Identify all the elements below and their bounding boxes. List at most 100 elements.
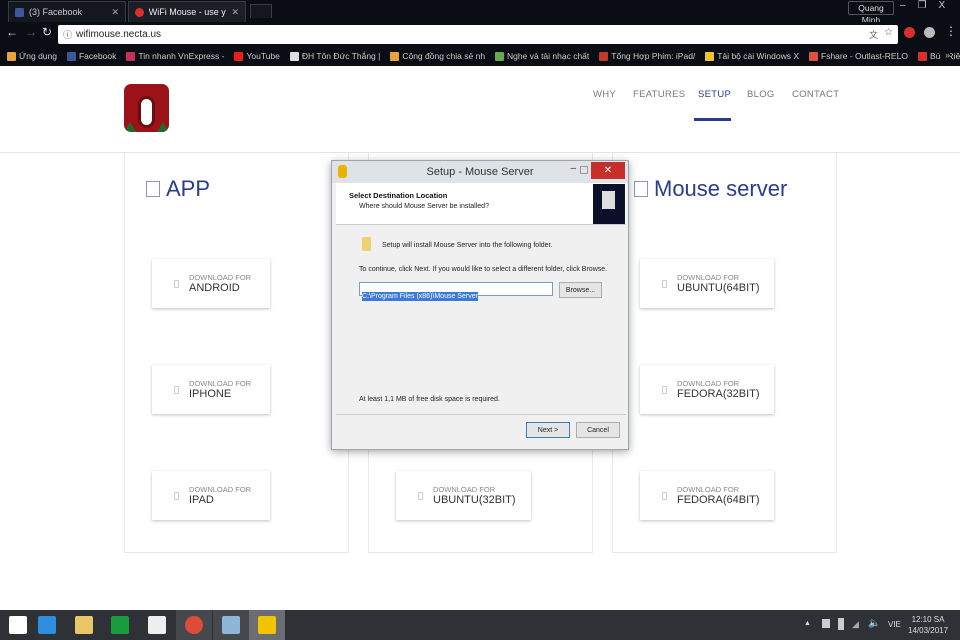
- device-icon: [174, 279, 179, 288]
- tab-label: WiFi Mouse - use your p: [148, 7, 227, 17]
- taskbar-internet-explorer-button[interactable]: [29, 610, 65, 640]
- bookmark-item[interactable]: Tổng Hợp Phim: iPad/: [599, 51, 695, 61]
- bookmark-icon: [390, 51, 400, 61]
- star-icon[interactable]: ☆: [884, 27, 893, 38]
- tab-facebook[interactable]: (3) Facebook ✕: [8, 1, 126, 22]
- tab-bar: (3) Facebook ✕ WiFi Mouse - use your p ✕…: [0, 0, 960, 25]
- next-button[interactable]: Next >: [526, 422, 570, 438]
- platform-label: IPAD: [189, 494, 214, 506]
- action-center-icon[interactable]: [822, 619, 830, 628]
- download-prefix: DOWNLOAD FOR: [189, 273, 252, 282]
- bookmark-icon: [234, 51, 244, 61]
- close-icon[interactable]: ✕: [231, 7, 239, 18]
- info-icon[interactable]: ⓘ: [63, 28, 72, 41]
- restore-icon[interactable]: ❐: [918, 0, 927, 11]
- platform-label: ANDROID: [189, 282, 240, 294]
- download-card[interactable]: DOWNLOAD FOR ANDROID: [152, 259, 270, 308]
- bookmark-item[interactable]: Ứng dụng: [7, 51, 57, 61]
- close-window-icon[interactable]: X: [939, 0, 946, 11]
- new-tab-button[interactable]: [250, 4, 272, 18]
- bookmark-label: Cộng đồng chia sẻ nh: [402, 51, 486, 61]
- bookmark-item[interactable]: YouTube: [234, 51, 280, 61]
- dialog-title: Setup - Mouse Server: [426, 166, 534, 178]
- browse-button[interactable]: Browse...: [559, 282, 602, 298]
- network-icon[interactable]: ◢: [852, 619, 859, 630]
- close-button[interactable]: ✕: [591, 162, 625, 179]
- dialog-subheading: Where should Mouse Server be installed?: [359, 203, 489, 210]
- app-heading: APP: [146, 176, 210, 202]
- bookmark-icon: [809, 51, 819, 61]
- bookmark-icon: [66, 51, 76, 61]
- reload-icon[interactable]: ↻: [42, 25, 52, 39]
- profile-button[interactable]: Quang Minh: [848, 1, 894, 25]
- taskbar-app-button[interactable]: [139, 610, 175, 640]
- taskbar-chrome-button[interactable]: [175, 610, 212, 640]
- forward-icon[interactable]: →: [25, 25, 37, 39]
- bookmark-item[interactable]: Bún Riêu - Hẻm Nguy: [917, 51, 960, 61]
- site-logo[interactable]: [124, 84, 169, 132]
- volume-icon[interactable]: 🔈: [868, 618, 880, 629]
- taskbar-store-button[interactable]: [102, 610, 138, 640]
- taskbar-paint-button[interactable]: [212, 610, 249, 640]
- computer-icon: [593, 184, 625, 224]
- download-card[interactable]: DOWNLOAD FOR UBUNTU(64BIT): [640, 259, 774, 308]
- app-icon: [148, 616, 167, 634]
- bookmark-item[interactable]: Tải bộ cài Windows X: [705, 51, 799, 61]
- clock[interactable]: 12:10 SA 14/03/2017: [908, 614, 948, 636]
- chrome-icon: [184, 616, 203, 634]
- minimize-icon[interactable]: –: [900, 0, 906, 11]
- taskbar-wifi-mouse-button[interactable]: [249, 610, 286, 640]
- download-icon: [146, 181, 160, 197]
- bookmark-item[interactable]: Tin nhanh VnExpress -: [126, 51, 224, 61]
- download-card[interactable]: DOWNLOAD FOR FEDORA(64BIT): [640, 471, 774, 520]
- facebook-icon: [15, 7, 24, 17]
- file-explorer-icon: [74, 616, 93, 634]
- extension-icon[interactable]: [924, 27, 935, 38]
- battery-icon[interactable]: [838, 618, 844, 630]
- start-icon: [9, 616, 27, 634]
- adblock-icon[interactable]: [904, 27, 915, 38]
- divider: [336, 414, 626, 415]
- taskbar-file-explorer-button[interactable]: [66, 610, 102, 640]
- device-icon: [662, 279, 667, 288]
- bookmark-item[interactable]: Cộng đồng chia sẻ nh: [390, 51, 485, 61]
- nav-contact[interactable]: CONTACT: [792, 89, 839, 100]
- close-icon[interactable]: ✕: [111, 7, 119, 18]
- cancel-button[interactable]: Cancel: [576, 422, 620, 438]
- translate-icon[interactable]: 文: [869, 28, 878, 41]
- address-bar[interactable]: ⓘ wifimouse.necta.us 文 ☆: [58, 25, 898, 44]
- maximize-icon[interactable]: [580, 166, 588, 174]
- tab-wifimouse[interactable]: WiFi Mouse - use your p ✕: [128, 1, 246, 22]
- download-prefix: DOWNLOAD FOR: [677, 379, 740, 388]
- bookmark-item[interactable]: ĐH Tôn Đức Thắng |: [289, 51, 380, 61]
- language-indicator[interactable]: VIE: [888, 620, 901, 629]
- bookmark-item[interactable]: Facebook: [66, 51, 117, 61]
- download-card[interactable]: DOWNLOAD FOR FEDORA(32BIT): [640, 365, 774, 414]
- download-card[interactable]: DOWNLOAD FOR IPAD: [152, 471, 270, 520]
- menu-icon[interactable]: ⋮: [945, 24, 957, 38]
- disk-space-text: At least 1,1 MB of free disk space is re…: [359, 396, 500, 403]
- bookmark-item[interactable]: Nghe và tải nhạc chất: [495, 51, 589, 61]
- nav-why[interactable]: WHY: [593, 89, 616, 100]
- nav-active-indicator: [694, 118, 731, 121]
- dialog-titlebar[interactable]: Setup - Mouse Server – ✕: [332, 161, 628, 183]
- download-card[interactable]: DOWNLOAD FOR UBUNTU(32BIT): [396, 471, 531, 520]
- bookmark-label: Facebook: [78, 51, 117, 61]
- destination-path-input[interactable]: C:\Program Files (x86)\Mouse Server: [359, 282, 553, 301]
- show-hidden-icons[interactable]: ▲: [804, 620, 811, 627]
- minimize-icon[interactable]: –: [570, 163, 576, 174]
- nav-setup[interactable]: SETUP: [698, 89, 731, 100]
- download-prefix: DOWNLOAD FOR: [189, 379, 252, 388]
- back-icon[interactable]: ←: [6, 25, 18, 39]
- nav-blog[interactable]: BLOG: [747, 89, 775, 100]
- site-header: WHY FEATURES SETUP BLOG CONTACT: [0, 66, 960, 153]
- bookmark-label: YouTube: [246, 51, 280, 61]
- bookmark-item[interactable]: Fshare - Outlast-RELO: [809, 51, 908, 61]
- bookmark-icon: [705, 51, 715, 61]
- more-bookmarks-button[interactable]: »: [941, 50, 950, 60]
- bookmarks-bar: Ứng dụng Facebook Tin nhanh VnExpress - You…: [0, 46, 960, 66]
- nav-features[interactable]: FEATURES: [633, 89, 685, 100]
- date: 14/03/2017: [908, 626, 949, 635]
- download-prefix: DOWNLOAD FOR: [433, 485, 496, 494]
- download-card[interactable]: DOWNLOAD FOR IPHONE: [152, 365, 270, 414]
